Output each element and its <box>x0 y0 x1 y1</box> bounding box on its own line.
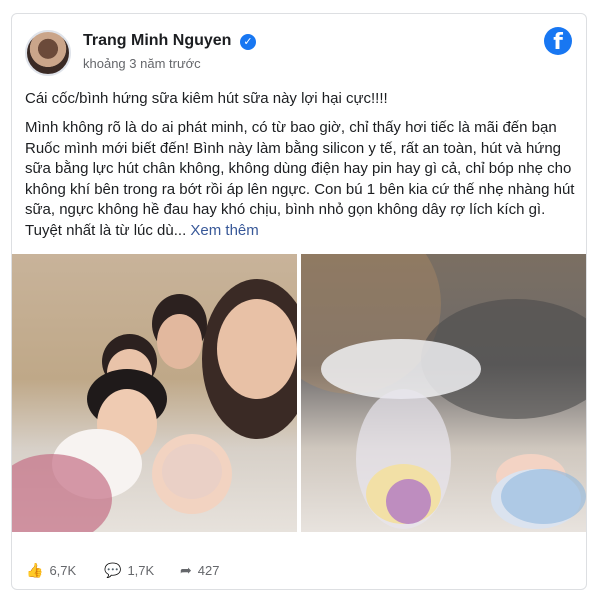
post-time[interactable]: khoảng 3 năm trước <box>83 56 201 71</box>
comments-count[interactable]: 💬 1,7K <box>104 562 154 579</box>
post-body: Mình không rõ là do ai phát minh, có từ … <box>25 118 575 241</box>
engagement-stats: 👍 6,7K 💬 1,7K ➦ 427 <box>12 554 586 584</box>
shares-value: 427 <box>197 563 220 578</box>
post-body-text: Mình không rõ là do ai phát minh, có từ … <box>25 119 575 239</box>
comment-icon: 💬 <box>104 562 122 578</box>
thumbs-up-icon: 👍 <box>26 562 44 578</box>
facebook-logo-icon[interactable]: f <box>544 27 572 55</box>
see-more-link[interactable]: Xem thêm <box>190 222 258 239</box>
share-icon: ➦ <box>180 562 192 578</box>
shares-count[interactable]: ➦ 427 <box>180 562 219 579</box>
post-photos <box>12 254 586 532</box>
comments-value: 1,7K <box>127 563 155 578</box>
likes-value: 6,7K <box>49 563 77 578</box>
author-name[interactable]: Trang Minh Nguyen <box>83 32 231 50</box>
breast-pump-photo[interactable] <box>301 254 586 532</box>
likes-count[interactable]: 👍 6,7K <box>26 562 76 579</box>
post-title: Cái cốc/bình hứng sữa kiêm hút sữa này l… <box>25 90 388 107</box>
verified-badge-icon: ✓ <box>240 34 256 50</box>
post-card: Trang Minh Nguyen ✓ khoảng 3 năm trước f… <box>11 13 587 590</box>
family-selfie-photo[interactable] <box>12 254 297 532</box>
author-avatar[interactable] <box>25 30 71 76</box>
